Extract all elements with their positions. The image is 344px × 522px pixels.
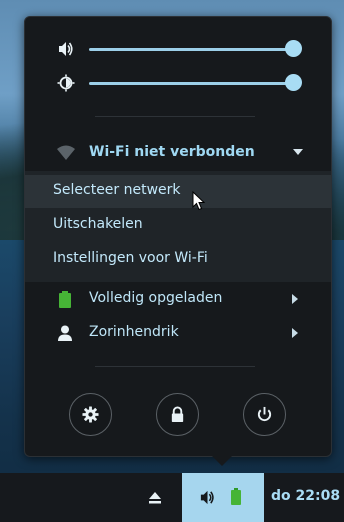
clock[interactable]: do 22:08 (271, 488, 340, 504)
taskbar: do 22:08 (0, 473, 344, 522)
wifi-status-label: Wi-Fi niet verbonden (89, 144, 255, 160)
system-menu: Wi-Fi niet verbonden Selecteer netwerk U… (24, 16, 332, 457)
lock-button[interactable] (156, 393, 199, 436)
user-name-label: Zorinhendrik (89, 324, 179, 340)
battery-status-label: Volledig opgeladen (89, 290, 223, 306)
menu-item-turn-off[interactable]: Uitschakelen (25, 209, 331, 242)
chevron-down-icon (293, 149, 303, 155)
brightness-slider-row (57, 71, 327, 95)
separator (95, 366, 255, 367)
chevron-right-icon (292, 328, 298, 338)
user-icon (57, 324, 73, 342)
eject-icon[interactable] (148, 490, 162, 509)
popup-pointer (211, 455, 233, 466)
speaker-icon (57, 40, 75, 58)
chevron-right-icon (292, 294, 298, 304)
battery-icon (57, 290, 73, 308)
brightness-slider-track[interactable] (89, 82, 293, 85)
volume-slider-handle[interactable] (285, 40, 302, 57)
wifi-icon (57, 145, 75, 161)
menu-item-label: Uitschakelen (53, 216, 143, 232)
menu-item-wifi-settings[interactable]: Instellingen voor Wi-Fi (25, 243, 331, 276)
system-tray-button[interactable] (182, 473, 264, 522)
mouse-cursor-icon (192, 190, 206, 215)
brightness-slider-handle[interactable] (285, 74, 302, 91)
speaker-icon (199, 489, 216, 510)
user-menu-row[interactable]: Zorinhendrik (25, 316, 331, 350)
menu-item-label: Selecteer netwerk (53, 182, 181, 198)
separator (95, 116, 255, 117)
settings-button[interactable] (69, 393, 112, 436)
wifi-submenu: Selecteer netwerk Uitschakelen Instellin… (25, 171, 331, 282)
battery-icon (230, 488, 242, 510)
volume-slider-track[interactable] (89, 48, 293, 51)
volume-slider-row (57, 37, 327, 61)
menu-item-select-network[interactable]: Selecteer netwerk (25, 175, 331, 208)
brightness-icon (57, 74, 75, 92)
battery-menu-row[interactable]: Volledig opgeladen (25, 282, 331, 316)
power-button[interactable] (243, 393, 286, 436)
wifi-menu-toggle[interactable]: Wi-Fi niet verbonden (25, 135, 331, 171)
menu-item-label: Instellingen voor Wi-Fi (53, 250, 208, 266)
